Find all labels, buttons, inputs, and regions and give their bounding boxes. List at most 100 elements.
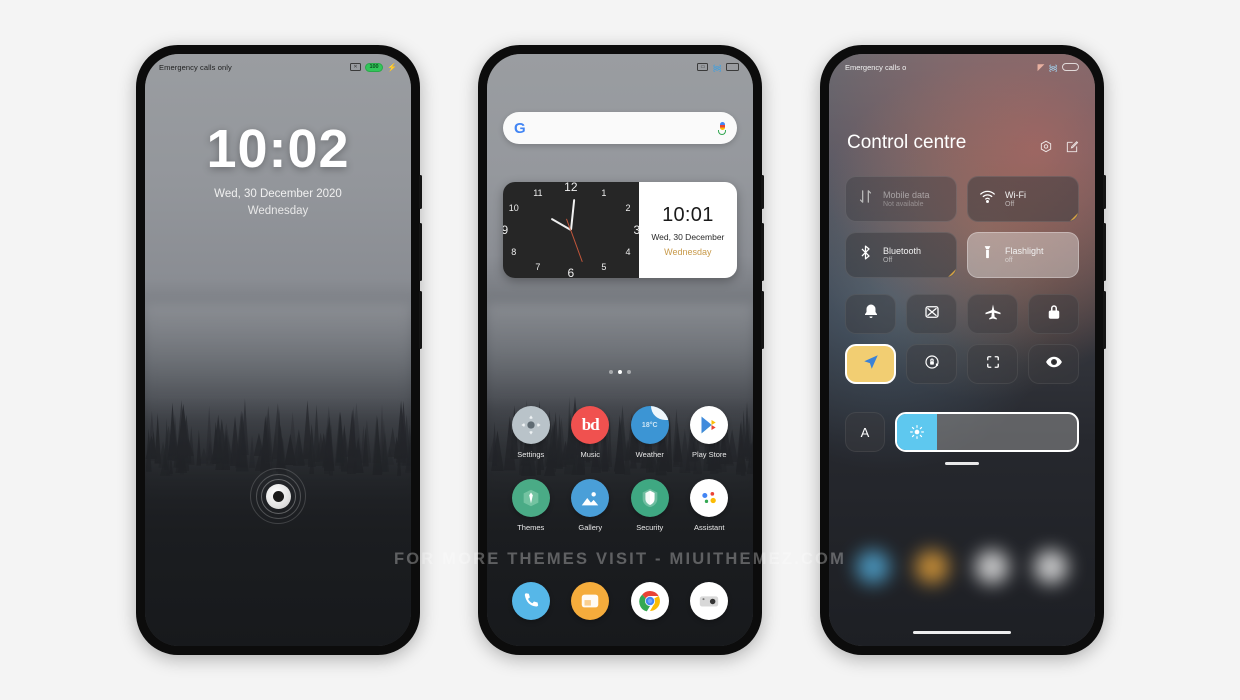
toggle-lock[interactable] [1028,294,1079,334]
themes-icon [511,479,550,517]
lock-time: 10:02 [206,119,350,179]
phone-home-screen: ▭ ᯼ G 1 2 3 4 5 6 7 8 9 10 11 12 10:01 Wed, 30 Dece… [478,45,764,655]
camera-icon [690,582,729,620]
app-label: Weather [635,450,664,459]
app-play-store[interactable]: Play Store [690,406,729,459]
app-camera[interactable] [690,582,729,620]
edit-icon[interactable] [1065,140,1079,154]
clock-number: 2 [625,203,631,214]
side-button-1[interactable] [1103,175,1106,209]
brightness-slider[interactable] [895,412,1079,452]
tile-bluetooth[interactable]: Bluetooth Off [845,232,957,278]
location-icon [862,353,880,376]
app-settings[interactable]: Settings [511,406,550,459]
app-grid: Settings bd Music 18°C Weather Play Store Them… [501,406,739,532]
app-label: Music [580,450,601,459]
lock-screen: Emergency calls only ✕ 100 ⚡ 10:02 Wed, … [145,54,411,646]
phone-control-centre: Emergency calls o ◤ ᯼ Control centre Mob… [820,45,1106,655]
settings-gear-icon[interactable] [1039,140,1053,154]
app-messages[interactable] [571,582,610,620]
clock-number: 12 [564,182,578,194]
widget-weekday: Wednesday [664,246,712,257]
side-button-1[interactable] [761,175,764,209]
microphone-icon[interactable] [718,121,726,135]
battery-icon [1062,63,1079,71]
volume-up-button[interactable] [419,223,422,281]
digital-clock: 10:01 Wed, 30 December Wednesday [638,182,737,278]
page-dot[interactable] [609,370,613,374]
clock-widget[interactable]: 1 2 3 4 5 6 7 8 9 10 11 12 10:01 Wed, 30 December W… [503,182,737,278]
phone-icon [511,582,550,620]
tile-label: Mobile data [883,190,930,200]
fingerprint-ring-icon[interactable] [250,468,306,524]
volume-up-button[interactable] [761,223,764,281]
app-security[interactable]: Security [630,479,669,532]
home-indicator[interactable] [913,630,1011,634]
tile-flashlight[interactable]: Flashlight off [967,232,1079,278]
tile-label: Flashlight [1005,246,1044,256]
scan-icon [984,353,1002,376]
music-bd-icon: bd [571,406,610,444]
app-label: Gallery [578,523,603,532]
toggle-bell[interactable] [845,294,896,334]
app-weather[interactable]: 18°C Weather [630,406,669,459]
app-label: Themes [517,523,545,532]
app-label: Assistant [694,523,725,532]
bluetooth-icon [857,244,874,266]
tile-label: Wi-Fi [1005,190,1026,200]
sim-off-icon: ✕ [350,63,362,71]
panel-drag-handle[interactable] [945,462,979,465]
search-input[interactable]: G [503,112,737,144]
auto-brightness-button[interactable]: A [845,412,885,452]
home-screen: ▭ ᯼ G 1 2 3 4 5 6 7 8 9 10 11 12 10:01 Wed, 30 Dece… [487,54,753,646]
tile-wi-fi[interactable]: Wi-Fi Off [967,176,1079,222]
tile-expand-corner[interactable] [1070,213,1078,221]
app-gallery[interactable]: Gallery [571,479,610,532]
airplane-icon [984,303,1002,326]
toggle-location[interactable] [845,344,896,384]
widget-time: 10:01 [662,203,714,226]
app-assistant[interactable]: Assistant [690,479,729,532]
volume-down-button[interactable] [761,291,764,349]
screenshot-icon [923,303,941,326]
google-g-icon: G [514,119,526,137]
clock-number: 4 [625,246,631,257]
rotation-lock-icon [923,353,941,376]
toggle-airplane[interactable] [967,294,1018,334]
preview-stage: Emergency calls only ✕ 100 ⚡ 10:02 Wed, … [0,0,1240,700]
clock-number: 3 [633,223,641,237]
page-dot[interactable] [618,370,622,374]
blurred-icon [974,550,1009,584]
page-dot[interactable] [627,370,631,374]
brightness-row: A [845,412,1079,452]
tile-label: Bluetooth [883,246,922,256]
toggle-rotation-lock[interactable] [906,344,957,384]
clock-number: 10 [508,203,519,214]
volume-down-button[interactable] [1103,291,1106,349]
volume-down-button[interactable] [419,291,422,349]
app-phone[interactable] [511,582,550,620]
tile-mobile-data[interactable]: Mobile data Not available [845,176,957,222]
side-button-1[interactable] [419,175,422,209]
lock-date: Wed, 30 December 2020 [214,188,342,200]
toggle-eye[interactable] [1028,344,1079,384]
blurred-icon [1034,550,1069,584]
page-indicator[interactable] [487,370,753,374]
volume-up-button[interactable] [1103,223,1106,281]
tile-expand-corner[interactable] [948,269,956,277]
control-centre-screen: Emergency calls o ◤ ᯼ Control centre Mob… [829,54,1095,646]
lock-icon [1045,303,1063,326]
gear-icon [511,406,550,444]
battery-icon: 100 [365,62,384,72]
toggle-scan[interactable] [967,344,1018,384]
play-store-icon [690,406,729,444]
chrome-icon [630,582,669,620]
app-music[interactable]: bd Music [571,406,610,459]
signal-icon: ◤ [1037,61,1045,72]
tile-state: off [1005,257,1013,264]
messages-icon [571,582,610,620]
app-chrome[interactable] [630,582,669,620]
toggle-screenshot[interactable] [906,294,957,334]
security-icon [630,479,669,517]
app-themes[interactable]: Themes [511,479,550,532]
